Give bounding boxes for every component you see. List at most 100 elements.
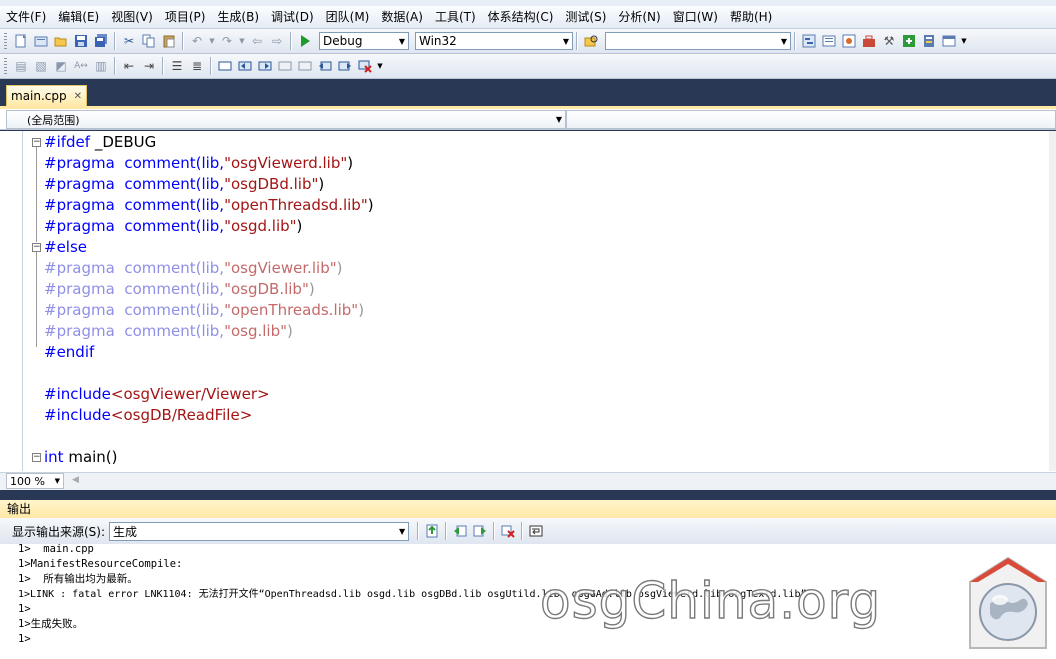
code-keyword: #include bbox=[44, 406, 111, 424]
code-string: "openThreadsd.lib" bbox=[224, 196, 368, 214]
toolbar-separator bbox=[417, 522, 420, 540]
find-in-files-icon[interactable] bbox=[582, 32, 600, 50]
code-line: #pragma comment(lib,"osgDBd.lib") bbox=[44, 174, 324, 195]
editor-gutter-line bbox=[22, 131, 23, 471]
comment-out-icon[interactable]: ☰ bbox=[168, 57, 186, 75]
undo-dropdown-icon[interactable]: ▼ bbox=[208, 32, 216, 50]
menu-view[interactable]: 视图(V) bbox=[105, 7, 159, 27]
menu-tools[interactable]: 工具(T) bbox=[429, 7, 482, 27]
collapse-region-icon[interactable]: − bbox=[32, 243, 41, 252]
scroll-left-icon[interactable]: ◀ bbox=[72, 475, 79, 485]
find-combo[interactable]: ▼ bbox=[605, 32, 791, 50]
next-bookmark-in-document-icon[interactable] bbox=[336, 57, 354, 75]
solution-explorer-icon[interactable] bbox=[800, 32, 818, 50]
menu-window[interactable]: 窗口(W) bbox=[667, 7, 724, 27]
code-line: #ifdef _DEBUG bbox=[44, 132, 156, 153]
add-item-icon[interactable] bbox=[32, 32, 50, 50]
menu-analyze[interactable]: 分析(N) bbox=[612, 7, 666, 27]
go-to-previous-message-icon[interactable] bbox=[451, 522, 469, 540]
menu-project[interactable]: 项目(P) bbox=[159, 7, 212, 27]
output-window-title[interactable]: 输出 bbox=[0, 500, 1056, 518]
toggle-bookmark-icon[interactable] bbox=[216, 57, 234, 75]
output-source-select[interactable]: 生成 ▼ bbox=[109, 521, 410, 541]
list-members-icon[interactable]: ▤ bbox=[12, 57, 30, 75]
solution-platform-select[interactable]: Win32 ▼ bbox=[415, 32, 573, 50]
toolbar-separator bbox=[290, 32, 292, 50]
next-bookmark-in-folder-icon[interactable] bbox=[296, 57, 314, 75]
output-line: 1> 所有输出均为最新。 bbox=[18, 573, 138, 585]
redo-dropdown-icon[interactable]: ▼ bbox=[238, 32, 246, 50]
extension-manager-icon[interactable] bbox=[900, 32, 918, 50]
quick-info-icon[interactable]: ◩ bbox=[52, 57, 70, 75]
collapse-region-icon[interactable]: − bbox=[32, 138, 41, 147]
output-line: 1> bbox=[18, 603, 31, 615]
properties-icon[interactable] bbox=[820, 32, 838, 50]
undo-icon[interactable]: ↶ bbox=[188, 32, 206, 50]
code-line: #pragma comment(lib,"osgViewerd.lib") bbox=[44, 153, 353, 174]
menu-debug[interactable]: 调试(D) bbox=[265, 7, 320, 27]
go-to-next-message-icon[interactable] bbox=[471, 522, 489, 540]
code-text: ) bbox=[358, 301, 365, 319]
members-dropdown[interactable] bbox=[566, 110, 1056, 129]
toolbar-grip[interactable] bbox=[4, 58, 7, 74]
previous-bookmark-in-document-icon[interactable] bbox=[316, 57, 334, 75]
redo-icon[interactable]: ↷ bbox=[218, 32, 236, 50]
server-explorer-icon[interactable] bbox=[920, 32, 938, 50]
cut-icon[interactable]: ✂ bbox=[120, 32, 138, 50]
scope-dropdown[interactable]: (全局范围) ▼ bbox=[6, 110, 566, 129]
find-message-in-code-icon[interactable] bbox=[423, 522, 441, 540]
toolbox-icon[interactable] bbox=[860, 32, 878, 50]
previous-bookmark-icon[interactable] bbox=[236, 57, 254, 75]
decrease-indent-icon[interactable]: ⇤ bbox=[120, 57, 138, 75]
menu-help[interactable]: 帮助(H) bbox=[724, 7, 778, 27]
navigate-backward-icon[interactable]: ⇦ bbox=[248, 32, 266, 50]
tab-main-cpp[interactable]: main.cpp ✕ bbox=[6, 85, 87, 106]
new-project-icon[interactable] bbox=[12, 32, 30, 50]
clear-all-icon[interactable] bbox=[499, 522, 517, 540]
menu-team[interactable]: 团队(M) bbox=[320, 7, 376, 27]
copy-icon[interactable] bbox=[140, 32, 158, 50]
display-word-icon[interactable]: ▥ bbox=[92, 57, 110, 75]
toggle-word-wrap-icon[interactable] bbox=[527, 522, 545, 540]
editor-horizontal-scrollbar[interactable] bbox=[0, 472, 1056, 491]
toolbar-options-chevron-icon[interactable]: ▼ bbox=[960, 32, 968, 50]
next-bookmark-icon[interactable] bbox=[256, 57, 274, 75]
save-all-icon[interactable] bbox=[92, 32, 110, 50]
open-file-icon[interactable] bbox=[52, 32, 70, 50]
code-keyword: #else bbox=[44, 238, 88, 256]
increase-indent-icon[interactable]: ⇥ bbox=[140, 57, 158, 75]
menu-file[interactable]: 文件(F) bbox=[0, 7, 52, 27]
paste-icon[interactable] bbox=[160, 32, 178, 50]
output-window-icon[interactable] bbox=[940, 32, 958, 50]
menu-architecture[interactable]: 体系结构(C) bbox=[482, 7, 560, 27]
previous-bookmark-in-folder-icon[interactable] bbox=[276, 57, 294, 75]
toolbar-options-chevron-icon[interactable]: ▼ bbox=[376, 57, 384, 75]
zoom-select[interactable]: 100 % ▼ bbox=[6, 473, 64, 489]
navigate-forward-icon[interactable]: ⇨ bbox=[268, 32, 286, 50]
output-line: 1>ManifestResourceCompile: bbox=[18, 558, 183, 570]
chevron-down-icon: ▼ bbox=[398, 36, 406, 46]
menu-build[interactable]: 生成(B) bbox=[211, 7, 265, 27]
menu-test[interactable]: 测试(S) bbox=[559, 7, 612, 27]
menu-data[interactable]: 数据(A) bbox=[375, 7, 429, 27]
pane-splitter[interactable] bbox=[0, 490, 1056, 500]
code-function: comment(lib, bbox=[124, 280, 225, 298]
code-string: "osgViewerd.lib" bbox=[224, 154, 348, 172]
toolbar-separator bbox=[114, 32, 116, 50]
object-browser-icon[interactable] bbox=[840, 32, 858, 50]
complete-word-icon[interactable]: A↔ bbox=[72, 57, 90, 75]
code-keyword: #pragma bbox=[44, 196, 115, 214]
uncomment-icon[interactable]: ≣ bbox=[188, 57, 206, 75]
toolbar-grip[interactable] bbox=[4, 33, 7, 49]
solution-configuration-select[interactable]: Debug ▼ bbox=[319, 32, 409, 50]
code-text: ) bbox=[296, 217, 303, 235]
menu-edit[interactable]: 编辑(E) bbox=[52, 7, 105, 27]
parameter-info-icon[interactable]: ▧ bbox=[32, 57, 50, 75]
start-debugging-icon[interactable] bbox=[296, 32, 314, 50]
editor-vertical-scrollbar[interactable] bbox=[1049, 131, 1056, 471]
close-icon[interactable]: ✕ bbox=[74, 91, 82, 102]
save-icon[interactable] bbox=[72, 32, 90, 50]
clear-bookmarks-icon[interactable] bbox=[356, 57, 374, 75]
tools-icon[interactable]: ⚒ bbox=[880, 32, 898, 50]
collapse-region-icon[interactable]: − bbox=[32, 453, 41, 462]
